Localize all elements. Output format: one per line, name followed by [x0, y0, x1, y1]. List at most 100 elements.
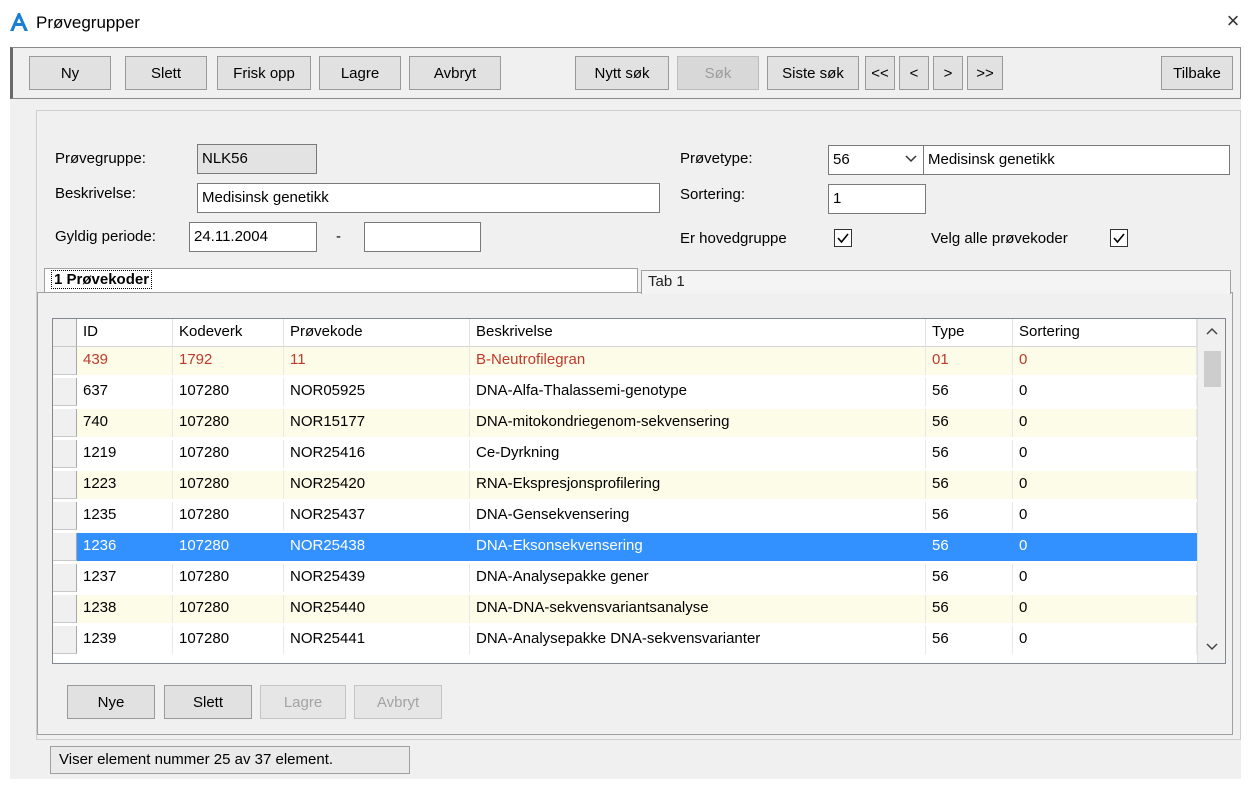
row-selector[interactable] — [53, 626, 77, 654]
new-search-button[interactable]: Nytt søk — [575, 56, 669, 90]
cell-sortering[interactable]: 0 — [1013, 533, 1197, 561]
cell-kodeverk[interactable]: 107280 — [173, 595, 284, 623]
table-row[interactable]: 1219 107280 NOR25416 Ce-Dyrkning 56 0 — [53, 440, 1197, 468]
search-button[interactable]: Søk — [677, 56, 759, 90]
cell-kodeverk[interactable]: 107280 — [173, 471, 284, 499]
cell-sortering[interactable]: 0 — [1013, 595, 1197, 623]
cell-type[interactable]: 56 — [926, 471, 1013, 499]
cell-type[interactable]: 56 — [926, 533, 1013, 561]
cell-type[interactable]: 01 — [926, 347, 1013, 375]
cell-provekode[interactable]: NOR25440 — [284, 595, 470, 623]
cell-kodeverk[interactable]: 107280 — [173, 440, 284, 468]
table-row[interactable]: 1237 107280 NOR25439 DNA-Analysepakke gener… — [53, 564, 1197, 592]
cell-beskrivelse[interactable]: B-Neutrofilegran — [470, 347, 926, 375]
cell-provekode[interactable]: NOR05925 — [284, 378, 470, 406]
beskrivelse-field[interactable]: Medisinsk genetikk — [197, 183, 660, 213]
table-row[interactable]: 439 1792 11 B-Neutrofilegran 01 0 — [53, 347, 1197, 375]
scroll-thumb[interactable] — [1204, 351, 1221, 387]
cell-beskrivelse[interactable]: Ce-Dyrkning — [470, 440, 926, 468]
table-row[interactable]: 1238 107280 NOR25440 DNA-DNA-sekvensvariant… — [53, 595, 1197, 623]
cell-sortering[interactable]: 0 — [1013, 440, 1197, 468]
cell-type[interactable]: 56 — [926, 564, 1013, 592]
table-row[interactable]: 1239 107280 NOR25441 DNA-Analysepakke DNA-s… — [53, 626, 1197, 654]
cell-provekode[interactable]: NOR15177 — [284, 409, 470, 437]
cell-provekode[interactable]: NOR25439 — [284, 564, 470, 592]
add-row-button[interactable]: Nye — [67, 685, 155, 719]
cell-beskrivelse[interactable]: DNA-mitokondriegenom-sekvensering — [470, 409, 926, 437]
cell-type[interactable]: 56 — [926, 409, 1013, 437]
cell-id[interactable]: 1237 — [77, 564, 173, 592]
cell-sortering[interactable]: 0 — [1013, 471, 1197, 499]
header-sortering[interactable]: Sortering — [1013, 319, 1197, 347]
first-record-button[interactable]: << — [865, 56, 895, 90]
table-row[interactable]: 1235 107280 NOR25437 DNA-Gensekvensering 56 0 — [53, 502, 1197, 530]
row-selector[interactable] — [53, 409, 77, 437]
velg-alle-checkbox[interactable] — [1110, 229, 1128, 247]
cell-id[interactable]: 637 — [77, 378, 173, 406]
cell-provekode[interactable]: NOR25416 — [284, 440, 470, 468]
cell-beskrivelse[interactable]: DNA-Analysepakke gener — [470, 564, 926, 592]
provetype-description[interactable]: Medisinsk genetikk — [923, 145, 1230, 175]
row-selector[interactable] — [53, 440, 77, 468]
chevron-down-icon[interactable] — [905, 149, 917, 170]
prev-record-button[interactable]: < — [899, 56, 929, 90]
cell-kodeverk[interactable]: 107280 — [173, 533, 284, 561]
tab-tab1[interactable]: Tab 1 — [641, 270, 1231, 294]
refresh-button[interactable]: Frisk opp — [217, 56, 311, 90]
cell-kodeverk[interactable]: 1792 — [173, 347, 284, 375]
cell-beskrivelse[interactable]: DNA-Analysepakke DNA-sekvensvarianter — [470, 626, 926, 654]
header-provekode[interactable]: Prøvekode — [284, 319, 470, 347]
provegruppe-field[interactable]: NLK56 — [197, 144, 317, 174]
cell-beskrivelse[interactable]: DNA-Gensekvensering — [470, 502, 926, 530]
row-selector[interactable] — [53, 564, 77, 592]
cell-id[interactable]: 740 — [77, 409, 173, 437]
gyldig-to-field[interactable] — [364, 222, 481, 252]
gyldig-from-field[interactable]: 24.11.2004 — [189, 222, 317, 252]
cell-beskrivelse[interactable]: DNA-Alfa-Thalassemi-genotype — [470, 378, 926, 406]
cancel-button[interactable]: Avbryt — [409, 56, 501, 90]
cell-provekode[interactable]: NOR25438 — [284, 533, 470, 561]
close-icon[interactable]: × — [1220, 8, 1246, 34]
cell-id[interactable]: 1235 — [77, 502, 173, 530]
cell-type[interactable]: 56 — [926, 502, 1013, 530]
cell-kodeverk[interactable]: 107280 — [173, 626, 284, 654]
cell-type[interactable]: 56 — [926, 595, 1013, 623]
delete-row-button[interactable]: Slett — [164, 685, 252, 719]
row-selector[interactable] — [53, 471, 77, 499]
save-rows-button[interactable]: Lagre — [260, 685, 346, 719]
cell-provekode[interactable]: NOR25420 — [284, 471, 470, 499]
table-row[interactable]: 740 107280 NOR15177 DNA-mitokondriegenom-se… — [53, 409, 1197, 437]
scroll-up-icon[interactable] — [1198, 325, 1225, 345]
cell-provekode[interactable]: NOR25437 — [284, 502, 470, 530]
table-row[interactable]: 637 107280 NOR05925 DNA-Alfa-Thalassemi-gen… — [53, 378, 1197, 406]
cell-provekode[interactable]: 11 — [284, 347, 470, 375]
row-selector[interactable] — [53, 595, 77, 623]
cell-kodeverk[interactable]: 107280 — [173, 409, 284, 437]
cell-beskrivelse[interactable]: RNA-Ekspresjonsprofilering — [470, 471, 926, 499]
cell-id[interactable]: 1236 — [77, 533, 173, 561]
cell-sortering[interactable]: 0 — [1013, 378, 1197, 406]
cell-sortering[interactable]: 0 — [1013, 626, 1197, 654]
row-selector[interactable] — [53, 533, 77, 561]
cell-sortering[interactable]: 0 — [1013, 409, 1197, 437]
new-button[interactable]: Ny — [29, 56, 111, 90]
delete-button[interactable]: Slett — [125, 56, 207, 90]
cell-kodeverk[interactable]: 107280 — [173, 564, 284, 592]
cell-provekode[interactable]: NOR25441 — [284, 626, 470, 654]
scroll-down-icon[interactable] — [1198, 639, 1225, 659]
vertical-scrollbar[interactable] — [1197, 319, 1225, 663]
tab-provekoder[interactable]: 1 Prøvekoder — [44, 268, 638, 292]
last-record-button[interactable]: >> — [967, 56, 1003, 90]
row-selector[interactable] — [53, 347, 77, 375]
cell-type[interactable]: 56 — [926, 626, 1013, 654]
header-type[interactable]: Type — [926, 319, 1013, 347]
cell-type[interactable]: 56 — [926, 378, 1013, 406]
cancel-rows-button[interactable]: Avbryt — [354, 685, 442, 719]
hovedgruppe-checkbox[interactable] — [834, 229, 852, 247]
header-id[interactable]: ID — [77, 319, 173, 347]
cell-beskrivelse[interactable]: DNA-Eksonsekvensering — [470, 533, 926, 561]
cell-id[interactable]: 1219 — [77, 440, 173, 468]
provetype-select[interactable]: 56 — [828, 145, 924, 175]
sortering-field[interactable]: 1 — [828, 184, 926, 214]
cell-id[interactable]: 1223 — [77, 471, 173, 499]
